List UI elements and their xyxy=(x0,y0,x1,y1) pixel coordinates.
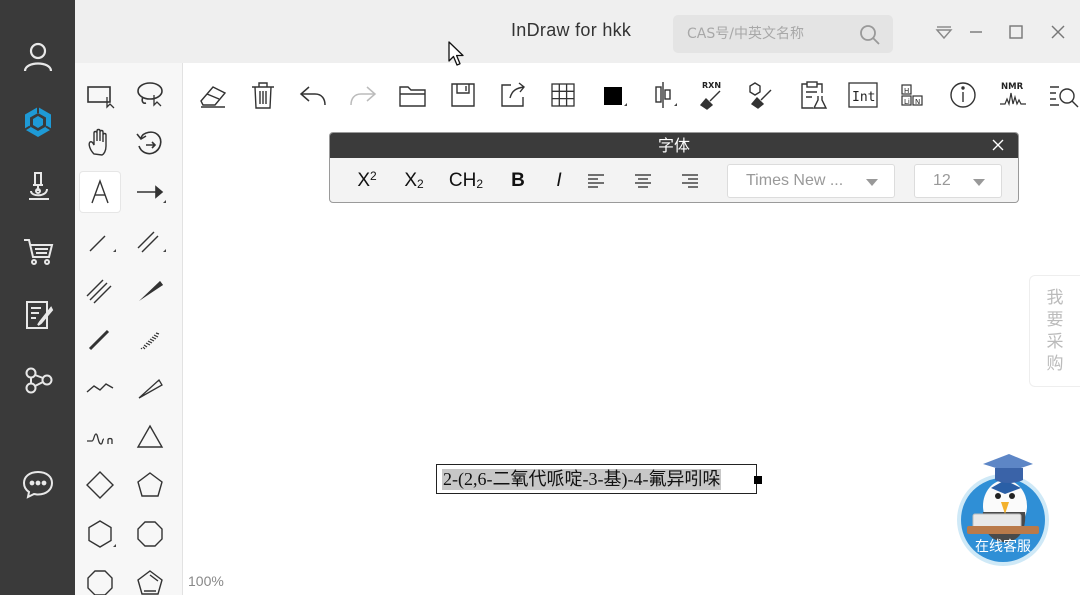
hexagon-ring-icon[interactable] xyxy=(80,514,120,554)
microscope-icon[interactable] xyxy=(12,163,64,209)
left-sidebar xyxy=(0,0,75,595)
font-dialog-title: 字体 xyxy=(657,136,690,155)
reaction-clean-icon[interactable]: RXN xyxy=(695,77,731,113)
user-icon[interactable] xyxy=(12,33,64,79)
align-right-icon[interactable] xyxy=(678,166,702,196)
chevron-down-icon xyxy=(973,179,985,186)
double-bond-icon[interactable] xyxy=(130,221,170,261)
dropdown-menu-icon[interactable] xyxy=(932,20,956,44)
rectangle-select-icon[interactable] xyxy=(80,74,120,114)
delete-icon[interactable] xyxy=(245,77,281,113)
square-ring-icon[interactable] xyxy=(80,465,120,505)
minimize-icon[interactable] xyxy=(964,20,988,44)
search-list-icon[interactable] xyxy=(1045,77,1080,113)
purchase-side-tab[interactable]: 我 要 采 购 xyxy=(1029,275,1080,387)
wavy-bond-icon[interactable] xyxy=(80,417,120,457)
lasso-select-icon[interactable] xyxy=(130,74,170,114)
svg-text:H: H xyxy=(904,87,909,95)
int-icon[interactable]: Int xyxy=(845,77,881,113)
redo-icon[interactable] xyxy=(345,77,381,113)
purchase-char: 采 xyxy=(1046,332,1064,352)
pentagon-ring-icon[interactable] xyxy=(130,465,170,505)
online-service-label: 在线客服 xyxy=(975,539,1031,555)
font-dialog-header[interactable]: 字体 xyxy=(330,133,1018,158)
svg-text:Li: Li xyxy=(904,98,910,106)
molecule-text-label[interactable]: 2-(2,6-二氧代哌啶-3-基)-4-氟异吲哚 xyxy=(436,464,762,494)
share-icon[interactable] xyxy=(12,357,64,403)
chain-tool-icon[interactable] xyxy=(80,368,120,408)
superscript-button[interactable]: X2 xyxy=(354,166,380,196)
window-title: InDraw for hkk xyxy=(511,20,632,40)
bold-bond-icon[interactable] xyxy=(80,319,120,359)
resize-handle[interactable] xyxy=(754,476,762,484)
save-icon[interactable] xyxy=(445,77,481,113)
align-center-icon[interactable] xyxy=(631,166,655,196)
purchase-char: 我 xyxy=(1046,288,1064,308)
heptagon-ring-icon[interactable] xyxy=(130,514,170,554)
bold-button[interactable]: B xyxy=(508,166,528,196)
export-icon[interactable] xyxy=(495,77,531,113)
info-icon[interactable] xyxy=(945,77,981,113)
color-picker-icon[interactable] xyxy=(595,77,631,113)
italic-button[interactable]: I xyxy=(549,166,569,196)
chevron-down-icon xyxy=(866,179,878,186)
octagon-ring-icon[interactable] xyxy=(80,563,120,595)
wedge-bond-icon[interactable] xyxy=(130,270,170,310)
search-icon[interactable] xyxy=(859,24,881,46)
nmr-icon[interactable]: NMR xyxy=(995,77,1031,113)
chat-icon[interactable] xyxy=(12,461,64,507)
undo-icon[interactable] xyxy=(295,77,331,113)
rotate-icon[interactable] xyxy=(130,123,170,163)
font-family-select[interactable]: Times New ... xyxy=(727,164,895,198)
title-bar: InDraw for hkk xyxy=(75,0,1080,63)
triangle-ring-icon[interactable] xyxy=(130,417,170,457)
clipboard-flask-icon[interactable] xyxy=(795,77,831,113)
svg-text:Int: Int xyxy=(852,90,875,105)
arrow-tool-icon[interactable] xyxy=(130,172,170,212)
zoom-level: 100% xyxy=(188,573,224,589)
close-icon[interactable] xyxy=(1046,20,1070,44)
hollow-wedge-icon[interactable] xyxy=(130,368,170,408)
subscript-button[interactable]: X2 xyxy=(401,166,427,196)
hand-pan-icon[interactable] xyxy=(80,123,120,163)
tool-palette xyxy=(75,63,183,595)
purchase-char: 购 xyxy=(1046,354,1064,374)
eraser-icon[interactable] xyxy=(195,77,231,113)
single-bond-icon[interactable] xyxy=(80,221,120,261)
indraw-app-window: InDraw for hkk CAS号/中英文名称 RXN Int H Li N… xyxy=(0,0,1080,595)
online-service-button[interactable]: 在线客服 xyxy=(953,452,1053,568)
structure-clean-icon[interactable] xyxy=(745,77,781,113)
svg-text:RXN: RXN xyxy=(702,81,721,90)
font-dialog: 字体 X2 X2 CH 2 B I Times New ... 12 xyxy=(329,132,1019,203)
periodic-table-icon[interactable]: H Li N xyxy=(895,77,931,113)
hashed-wedge-icon[interactable] xyxy=(130,319,170,359)
align-left-icon[interactable] xyxy=(584,166,608,196)
notes-icon[interactable] xyxy=(12,292,64,338)
molecule-name-text[interactable]: 2-(2,6-二氧代哌啶-3-基)-4-氟异吲哚 xyxy=(442,469,722,490)
purchase-char: 要 xyxy=(1046,310,1064,330)
search-box[interactable] xyxy=(673,15,893,53)
grid-icon[interactable] xyxy=(545,77,581,113)
indraw-logo-icon[interactable] xyxy=(12,99,64,145)
mouse-cursor-icon xyxy=(448,41,464,66)
shopping-cart-icon[interactable] xyxy=(12,228,64,274)
svg-text:N: N xyxy=(915,98,920,106)
align-icon[interactable] xyxy=(645,77,681,113)
search-input[interactable] xyxy=(687,23,847,45)
text-tool-icon[interactable] xyxy=(80,172,120,212)
svg-text:NMR: NMR xyxy=(1001,82,1024,92)
cyclopentadiene-icon[interactable] xyxy=(130,563,170,595)
maximize-icon[interactable] xyxy=(1004,20,1028,44)
triple-bond-icon[interactable] xyxy=(80,270,120,310)
close-icon[interactable] xyxy=(990,137,1006,153)
font-size-select[interactable]: 12 xyxy=(914,164,1002,198)
ch2-button[interactable]: CH 2 xyxy=(446,166,486,196)
open-folder-icon[interactable] xyxy=(395,77,431,113)
main-toolbar: RXN Int H Li N NMR xyxy=(183,63,1080,125)
